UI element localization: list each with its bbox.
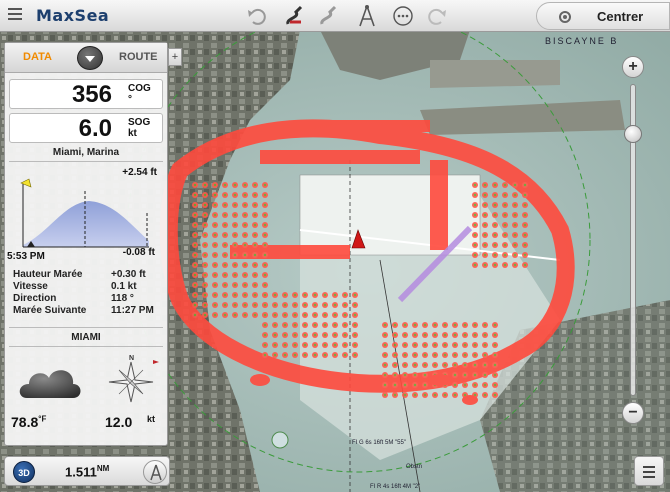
wind-unit: kt (147, 414, 156, 424)
tide-widget[interactable]: Miami, Marina +2.54 ft -0.08 ft 5:53 PM … (7, 147, 163, 325)
tide-station: Miami, Marina (9, 147, 163, 162)
app-brand: MaxSea (36, 6, 110, 25)
menu-icon[interactable] (8, 8, 22, 22)
tide-row: Marée Suivante 11:27 PM (13, 305, 163, 317)
tide-curve (20, 178, 149, 248)
tide-row: Hauteur Marée +0.30 ft (13, 269, 163, 281)
top-toolbar: MaxSea Centrer (0, 0, 670, 32)
distance-unit: NM (96, 464, 110, 473)
sog-unit: kt (128, 128, 137, 139)
tide-row-value: 11:27 PM (111, 305, 154, 316)
sog-readout: 6.0 SOG kt (9, 113, 163, 143)
tab-route[interactable]: ROUTE (119, 51, 158, 63)
map-label-obstn: Obstn (406, 464, 422, 470)
zoom-in-button[interactable]: + (622, 56, 644, 78)
temperature-value: 78.8 (11, 414, 39, 430)
target-icon (559, 11, 571, 23)
undo-icon[interactable] (244, 4, 270, 28)
cog-label: COG (128, 83, 151, 94)
cog-readout: 356 COG ° (9, 79, 163, 109)
map-label-light-green: FI G 6s 16ft 5M "55" (352, 440, 406, 446)
navigation-mode-button[interactable] (143, 460, 167, 484)
map-label-light-red: FI R 4s 16ft 4M "2" (370, 484, 420, 490)
wind-speed: 12.0 (105, 414, 133, 430)
cog-value: 356 (71, 81, 112, 108)
distance-readout: 1.511NM (65, 464, 109, 479)
map-label-biscayne: BISCAYNE B (545, 36, 618, 46)
compass-icon (150, 464, 162, 481)
tide-details: Hauteur Marée +0.30 ft Vitesse 0.1 kt Di… (13, 269, 163, 317)
tide-row-label: Marée Suivante (13, 305, 87, 316)
tab-data[interactable]: DATA (23, 51, 52, 63)
centre-label: Centrer (597, 9, 644, 24)
bottom-toolbar: 3D 1.511NM (4, 456, 170, 486)
add-panel-button[interactable]: + (168, 48, 182, 66)
sog-value: 6.0 (78, 115, 112, 142)
zoom-slider-thumb[interactable] (624, 124, 642, 143)
tide-row: Direction 118 ° (13, 293, 163, 305)
tide-row-value: +0.30 ft (111, 269, 146, 280)
distance-value: 1.511 (65, 464, 97, 480)
3d-mode-button[interactable]: 3D (13, 461, 35, 483)
tide-row-value: 0.1 kt (111, 281, 137, 292)
tide-row-label: Hauteur Marée (13, 269, 83, 280)
tide-row-label: Direction (13, 293, 57, 304)
chevron-down-icon[interactable] (77, 46, 103, 70)
tide-min: -0.08 ft (122, 247, 155, 258)
weather-widget[interactable]: MIAMI N 78.8°F 12.0 kt (9, 327, 163, 441)
tide-row: Vitesse 0.1 kt (13, 281, 163, 293)
sog-label: SOG (128, 117, 151, 128)
tide-time: 5:53 PM (7, 251, 45, 262)
compass-north-label: N (129, 355, 134, 362)
panel-tabs: DATA ROUTE (5, 43, 167, 73)
cloud-icon (19, 370, 81, 398)
route-icon[interactable] (282, 4, 308, 28)
more-icon[interactable] (390, 4, 416, 28)
tide-row-label: Vitesse (13, 281, 48, 292)
temperature: 78.8°F (11, 414, 46, 430)
centre-button[interactable]: Centrer (536, 2, 670, 30)
zoom-out-button[interactable]: − (622, 402, 644, 424)
temperature-unit: °F (38, 414, 47, 424)
cog-unit: ° (128, 94, 132, 105)
weather-station: MIAMI (9, 332, 163, 347)
track-icon[interactable] (316, 4, 342, 28)
data-panel: DATA ROUTE 356 COG ° 6.0 SOG kt Miami, M… (4, 42, 168, 446)
redo-icon[interactable] (424, 4, 450, 28)
wind-rose-icon: N (108, 355, 159, 403)
list-menu-button[interactable] (634, 456, 664, 486)
compass-icon[interactable] (354, 4, 380, 28)
tide-row-value: 118 ° (111, 293, 134, 304)
